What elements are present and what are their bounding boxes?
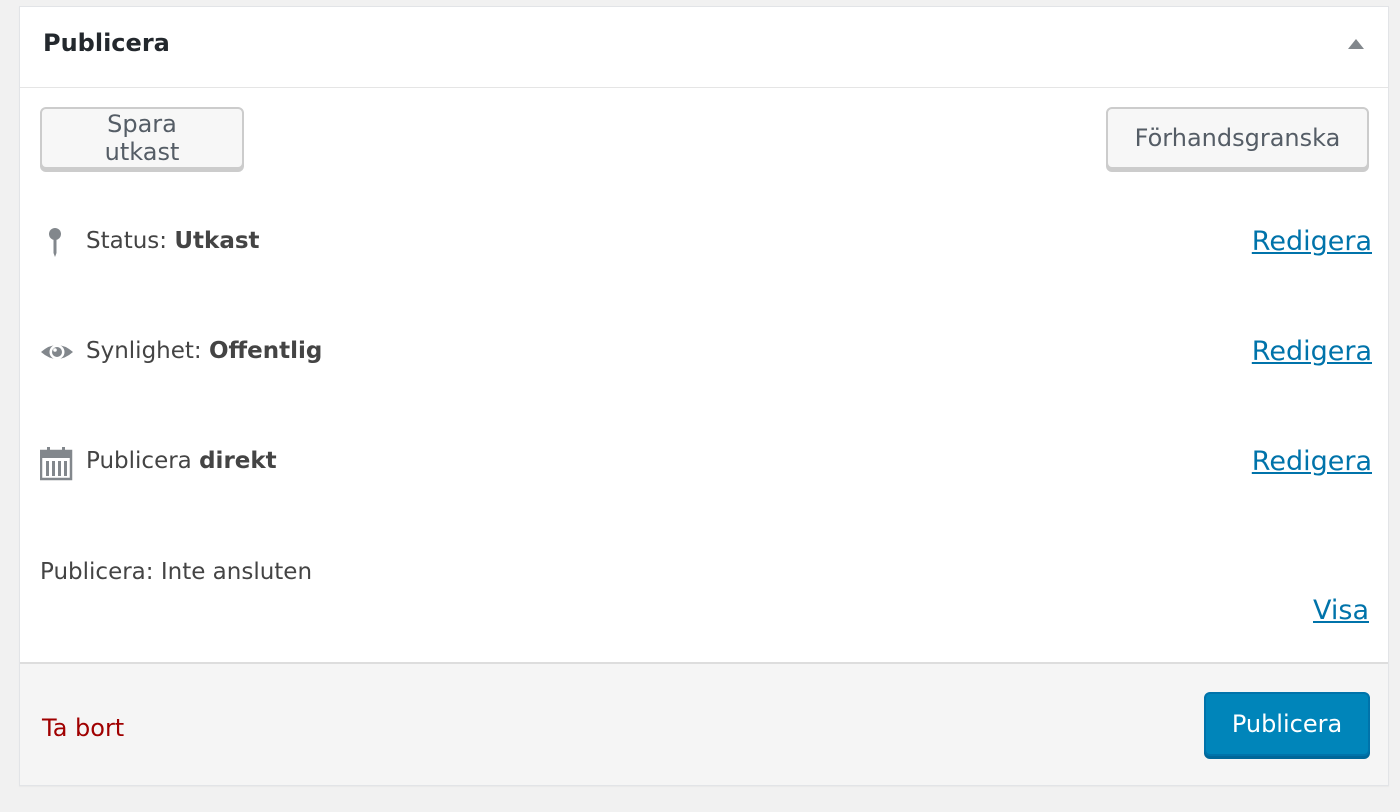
- status-row: Status: Utkast Redigera: [40, 226, 1372, 266]
- status-label: Status:: [86, 228, 168, 254]
- eye-icon: [40, 336, 74, 372]
- panel-title: Publicera: [43, 29, 170, 57]
- schedule-text: Publicera direkt: [86, 448, 277, 474]
- edit-visibility-link[interactable]: Redigera: [1252, 336, 1372, 367]
- visibility-row: Synlighet: Offentlig Redigera: [40, 336, 1372, 376]
- pin-icon: [40, 226, 74, 262]
- calendar-icon: [39, 446, 74, 482]
- status-text: Status: Utkast: [86, 228, 260, 254]
- panel-header[interactable]: Publicera: [20, 7, 1388, 88]
- edit-schedule-link[interactable]: Redigera: [1252, 446, 1372, 477]
- status-value: Utkast: [174, 228, 260, 254]
- preview-button[interactable]: Förhandsgranska: [1106, 107, 1369, 169]
- visibility-label: Synlighet:: [86, 338, 202, 364]
- schedule-value: direkt: [199, 448, 277, 474]
- save-draft-button[interactable]: Spara utkast: [40, 107, 244, 169]
- schedule-label: Publicera: [86, 448, 192, 474]
- schedule-row: Publicera direkt Redigera: [39, 446, 1372, 486]
- show-publicize-link[interactable]: Visa: [1313, 595, 1369, 626]
- delete-link[interactable]: Ta bort: [42, 714, 124, 742]
- publish-button[interactable]: Publicera: [1204, 692, 1370, 756]
- edit-status-link[interactable]: Redigera: [1252, 226, 1372, 257]
- visibility-text: Synlighet: Offentlig: [86, 338, 322, 364]
- publish-panel: Publicera Spara utkast Förhandsgranska S…: [19, 6, 1389, 786]
- visibility-value: Offentlig: [208, 338, 323, 364]
- arrow-up-icon[interactable]: [1348, 39, 1364, 49]
- major-publishing-actions: Ta bort Publicera: [20, 662, 1388, 785]
- publicize-status: Publicera: Inte ansluten: [40, 559, 313, 585]
